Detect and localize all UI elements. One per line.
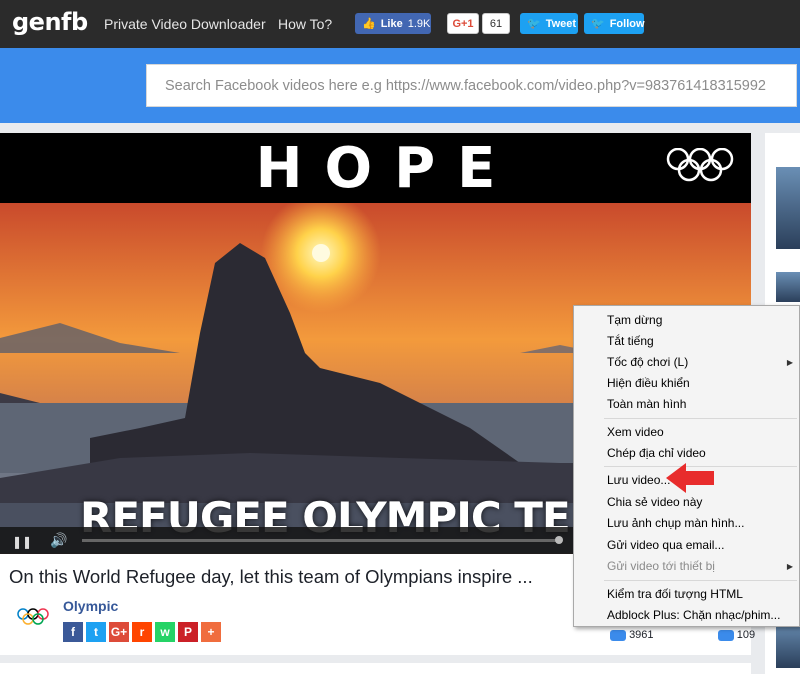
context-menu-item[interactable]: Toàn màn hình — [607, 397, 686, 411]
comment-icon — [717, 629, 734, 641]
volume-icon[interactable]: 🔊 — [50, 532, 67, 549]
olympic-avatar[interactable] — [16, 608, 50, 626]
context-menu-separator — [604, 418, 797, 419]
next-card — [0, 663, 751, 674]
like-count: 1.9K — [407, 17, 431, 30]
context-menu-item[interactable]: Kiểm tra đối tượng HTML — [607, 587, 743, 601]
hope-banner: HOPE — [0, 133, 751, 203]
twitter-bird-icon: 🐦 — [527, 18, 541, 30]
seek-bar[interactable] — [82, 539, 562, 542]
googleplus-icon[interactable]: G+ — [109, 622, 129, 642]
context-menu-separator — [604, 580, 797, 581]
nav-how-to[interactable]: How To? — [278, 16, 332, 32]
tweet-label: Tweet — [545, 17, 577, 30]
sidebar-thumbnail[interactable] — [776, 167, 800, 249]
search-input[interactable]: Search Facebook videos here e.g https://… — [146, 64, 797, 107]
google-plus-button[interactable]: G+1 — [447, 13, 479, 34]
context-menu-item[interactable]: Hiện điều khiển — [607, 376, 690, 390]
like-icon — [610, 629, 626, 641]
context-menu-item[interactable]: Lưu ảnh chụp màn hình... — [607, 516, 744, 530]
facebook-like-button[interactable]: 👍 Like 1.9K — [355, 13, 431, 34]
video-stats: 3961 109 — [610, 629, 755, 641]
submenu-arrow-icon: ▶ — [786, 358, 793, 367]
video-title[interactable]: On this World Refugee day, let this team… — [9, 566, 533, 588]
like-label: Like — [380, 17, 403, 30]
author-name[interactable]: Olympic — [63, 598, 118, 614]
context-menu-item[interactable]: Xem video — [607, 425, 664, 439]
whatsapp-icon[interactable]: w — [155, 622, 175, 642]
context-menu-item[interactable]: Tắt tiếng — [607, 334, 654, 348]
submenu-arrow-icon: ▶ — [786, 562, 793, 571]
site-logo[interactable]: genfb — [12, 8, 88, 36]
context-menu-item[interactable]: Tốc độ chơi (L) — [607, 355, 688, 369]
more-icon[interactable]: + — [201, 622, 221, 642]
share-buttons: f t G+ r w P + — [63, 622, 221, 642]
red-arrow-pointer — [666, 463, 714, 493]
like-count-stat: 3961 — [629, 629, 654, 641]
comment-count-stat: 109 — [736, 629, 756, 641]
thumbs-up-icon: 👍 — [362, 18, 376, 30]
seek-handle[interactable] — [555, 536, 563, 544]
nav-private-video-downloader[interactable]: Private Video Downloader — [104, 16, 266, 32]
follow-button[interactable]: 🐦 Follow — [584, 13, 645, 34]
sidebar-thumbnail[interactable] — [776, 272, 800, 302]
context-menu-item[interactable]: Adblock Plus: Chặn nhạc/phim... — [607, 608, 780, 622]
pause-icon[interactable]: ❚❚ — [12, 535, 32, 549]
olympic-rings-icon — [666, 148, 734, 182]
sidebar-thumbnail[interactable] — [776, 620, 800, 668]
follow-label: Follow — [609, 17, 645, 30]
context-menu-item[interactable]: Gửi video qua email... — [607, 538, 724, 552]
context-menu-item[interactable]: Tạm dừng — [607, 313, 662, 327]
reddit-icon[interactable]: r — [132, 622, 152, 642]
google-plus-count: 61 — [482, 13, 510, 34]
hope-overlay-text: HOPE — [255, 136, 518, 201]
context-menu-item[interactable]: Chia sẻ video này — [607, 495, 702, 509]
facebook-icon[interactable]: f — [63, 622, 83, 642]
context-menu-item[interactable]: Chép địa chỉ video — [607, 446, 706, 460]
context-menu-item: Gửi video tới thiết bị — [607, 559, 715, 573]
pinterest-icon[interactable]: P — [178, 622, 198, 642]
context-menu-item[interactable]: Lưu video... — [607, 473, 670, 487]
twitter-icon[interactable]: t — [86, 622, 106, 642]
tweet-button[interactable]: 🐦 Tweet — [520, 13, 578, 34]
twitter-bird-icon: 🐦 — [591, 18, 605, 30]
